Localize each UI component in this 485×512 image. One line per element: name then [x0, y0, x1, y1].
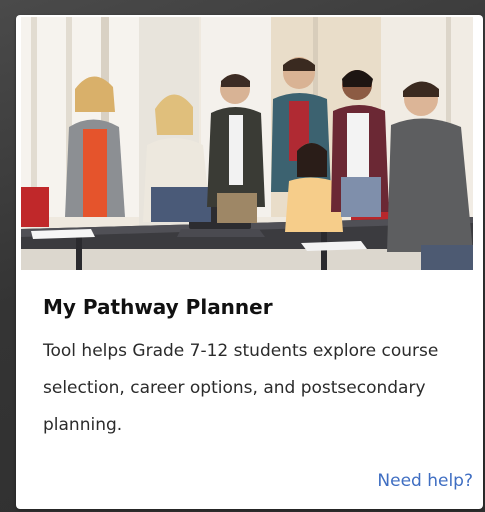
need-help-link[interactable]: Need help?	[377, 470, 473, 492]
card-description: Tool helps Grade 7-12 students explore c…	[43, 341, 439, 435]
card-title[interactable]: My Pathway Planner	[43, 294, 473, 320]
tool-card[interactable]: My Pathway Planner Tool helps Grade 7-12…	[16, 15, 483, 509]
card-photo	[21, 17, 473, 270]
